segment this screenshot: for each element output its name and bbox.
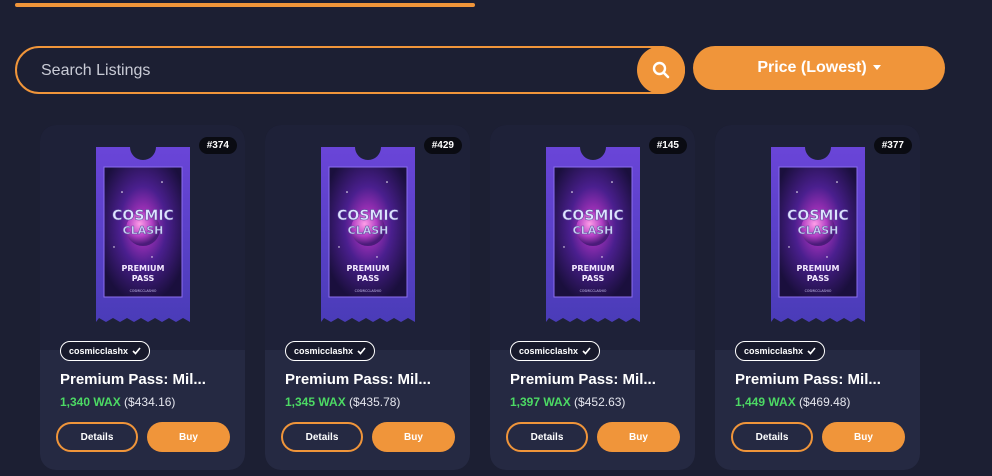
listing-price: 1,397 WAX ($452.63) bbox=[510, 395, 625, 409]
listing-title[interactable]: Premium Pass: Mil... bbox=[285, 371, 460, 388]
check-icon bbox=[807, 347, 816, 355]
listing-title[interactable]: Premium Pass: Mil... bbox=[510, 371, 685, 388]
buy-button[interactable]: Buy bbox=[822, 422, 905, 452]
listing-card[interactable]: #429 COSMIC CLASH PREMIUM PASS COSMICCLA… bbox=[265, 125, 470, 470]
ticket-pass-text: PREMIUM bbox=[347, 264, 390, 273]
details-button[interactable]: Details bbox=[281, 422, 363, 452]
search-input[interactable] bbox=[39, 48, 603, 94]
listing-title[interactable]: Premium Pass: Mil... bbox=[60, 371, 235, 388]
price-usd: ($452.63) bbox=[574, 395, 626, 409]
caret-down-icon bbox=[872, 64, 881, 70]
mint-number-badge: #145 bbox=[648, 137, 687, 154]
ticket-logo-text: CLASH bbox=[123, 224, 164, 237]
details-button[interactable]: Details bbox=[56, 422, 138, 452]
listing-card[interactable]: #374 COSMIC CLASH PREMIUM PASS COSMICCLA… bbox=[40, 125, 245, 470]
price-wax: 1,345 WAX bbox=[285, 395, 346, 409]
premium-pass-ticket-image: COSMIC CLASH PREMIUM PASS COSMICCLASHIO bbox=[321, 147, 415, 322]
ticket-logo-text: COSMIC bbox=[787, 208, 849, 224]
listing-title[interactable]: Premium Pass: Mil... bbox=[735, 371, 910, 388]
seller-name: cosmicclashx bbox=[519, 346, 579, 356]
mint-number-badge: #374 bbox=[198, 137, 237, 154]
seller-tag[interactable]: cosmicclashx bbox=[285, 341, 376, 361]
listing-price: 1,340 WAX ($434.16) bbox=[60, 395, 175, 409]
mint-number-badge: #429 bbox=[423, 137, 462, 154]
card-info-area bbox=[715, 350, 920, 470]
check-icon bbox=[582, 347, 591, 355]
listing-price: 1,449 WAX ($469.48) bbox=[735, 395, 850, 409]
seller-name: cosmicclashx bbox=[69, 346, 129, 356]
ticket-brand-text: COSMICCLASHIO bbox=[580, 289, 607, 293]
check-icon bbox=[132, 347, 141, 355]
seller-name: cosmicclashx bbox=[294, 346, 354, 356]
ticket-pass-text: PASS bbox=[582, 274, 605, 283]
price-usd: ($469.48) bbox=[799, 395, 851, 409]
buy-button[interactable]: Buy bbox=[147, 422, 230, 452]
ticket-pass-text: PREMIUM bbox=[572, 264, 615, 273]
card-info-area bbox=[265, 350, 470, 470]
search-bar bbox=[15, 46, 685, 94]
ticket-logo-text: COSMIC bbox=[562, 208, 624, 224]
listing-price: 1,345 WAX ($435.78) bbox=[285, 395, 400, 409]
ticket-pass-text: PASS bbox=[807, 274, 830, 283]
premium-pass-ticket-image: COSMIC CLASH PREMIUM PASS COSMICCLASHIO bbox=[96, 147, 190, 322]
price-wax: 1,449 WAX bbox=[735, 395, 796, 409]
ticket-pass-text: PASS bbox=[132, 274, 155, 283]
price-wax: 1,340 WAX bbox=[60, 395, 121, 409]
ticket-pass-text: PASS bbox=[357, 274, 380, 283]
seller-tag[interactable]: cosmicclashx bbox=[735, 341, 826, 361]
seller-name: cosmicclashx bbox=[744, 346, 804, 356]
listing-card[interactable]: #377 COSMIC CLASH PREMIUM PASS COSMICCLA… bbox=[715, 125, 920, 470]
tab-auctions[interactable]: Auctions bbox=[520, 0, 920, 8]
ticket-pass-text: PREMIUM bbox=[122, 264, 165, 273]
ticket-logo-text: CLASH bbox=[348, 224, 389, 237]
search-button[interactable] bbox=[637, 46, 685, 94]
card-info-area bbox=[490, 350, 695, 470]
sort-label: Price (Lowest) bbox=[757, 59, 867, 76]
buy-button[interactable]: Buy bbox=[372, 422, 455, 452]
price-usd: ($435.78) bbox=[349, 395, 401, 409]
premium-pass-ticket-image: COSMIC CLASH PREMIUM PASS COSMICCLASHIO bbox=[771, 147, 865, 322]
check-icon bbox=[357, 347, 366, 355]
listing-tabs: Sales Auctions bbox=[0, 0, 992, 22]
ticket-logo-text: CLASH bbox=[798, 224, 839, 237]
details-button[interactable]: Details bbox=[506, 422, 588, 452]
premium-pass-ticket-image: COSMIC CLASH PREMIUM PASS COSMICCLASHIO bbox=[546, 147, 640, 322]
active-tab-indicator bbox=[15, 3, 475, 7]
ticket-logo-text: CLASH bbox=[573, 224, 614, 237]
ticket-brand-text: COSMICCLASHIO bbox=[130, 289, 157, 293]
ticket-brand-text: COSMICCLASHIO bbox=[355, 289, 382, 293]
price-wax: 1,397 WAX bbox=[510, 395, 571, 409]
search-icon bbox=[652, 61, 670, 79]
ticket-logo-text: COSMIC bbox=[112, 208, 174, 224]
ticket-logo-text: COSMIC bbox=[337, 208, 399, 224]
seller-tag[interactable]: cosmicclashx bbox=[510, 341, 601, 361]
mint-number-badge: #377 bbox=[873, 137, 912, 154]
ticket-pass-text: PREMIUM bbox=[797, 264, 840, 273]
buy-button[interactable]: Buy bbox=[597, 422, 680, 452]
price-usd: ($434.16) bbox=[124, 395, 176, 409]
sort-dropdown[interactable]: Price (Lowest) bbox=[693, 46, 945, 90]
details-button[interactable]: Details bbox=[731, 422, 813, 452]
card-info-area bbox=[40, 350, 245, 470]
seller-tag[interactable]: cosmicclashx bbox=[60, 341, 151, 361]
listing-card[interactable]: #145 COSMIC CLASH PREMIUM PASS COSMICCLA… bbox=[490, 125, 695, 470]
ticket-brand-text: COSMICCLASHIO bbox=[805, 289, 832, 293]
